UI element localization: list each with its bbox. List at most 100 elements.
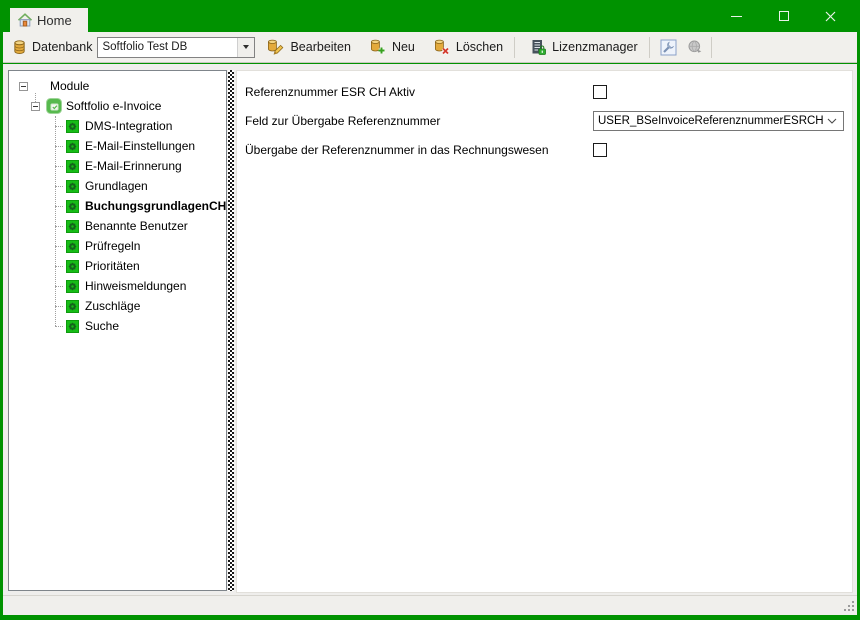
loeschen-button[interactable]: Löschen (426, 36, 510, 58)
toolbar-separator (711, 37, 712, 58)
wrench-icon (660, 39, 677, 56)
settings-wrench-button[interactable] (656, 36, 681, 59)
collapse-expander-icon[interactable] (31, 102, 40, 111)
tree-branch-line (55, 246, 63, 247)
gear-icon (68, 122, 77, 131)
module-icon (66, 260, 79, 273)
tree-item-benannte-benutzer[interactable]: Benannte Benutzer (9, 216, 226, 236)
chevron-down-icon (827, 118, 837, 124)
module-icon (66, 220, 79, 233)
database-combobox[interactable]: Softfolio Test DB (97, 37, 255, 58)
module-icon (66, 320, 79, 333)
tree-item-prufregeln[interactable]: Prüfregeln (9, 236, 226, 256)
web-globe-button[interactable] (683, 36, 707, 58)
minimize-button[interactable] (713, 0, 760, 32)
database-dropdown-button[interactable] (237, 38, 254, 57)
collapse-expander-icon[interactable] (19, 82, 28, 91)
tree-item-softfolio-e-invoice[interactable]: Softfolio e-Invoice (9, 96, 226, 116)
tree-branch-line (55, 186, 63, 187)
form-row: Übergabe der Referenznummer in das Rechn… (245, 135, 844, 164)
tree-branch-line (55, 226, 63, 227)
loeschen-label: Löschen (456, 40, 503, 54)
feld-zur-ubergabe-referenznummer-select[interactable]: USER_BSeInvoiceReferenznummerESRCH (593, 111, 844, 131)
app-window: Home Datenbank Softfolio Test DB (0, 0, 860, 620)
license-document-lock-icon (530, 39, 546, 55)
tree-item-dms-integration[interactable]: DMS-Integration (9, 116, 226, 136)
gear-icon (68, 142, 77, 151)
gear-icon (68, 282, 77, 291)
field-label: Feld zur Übergabe Referenznummer (245, 114, 593, 128)
module-icon (66, 180, 79, 193)
field-label: Übergabe der Referenznummer in das Rechn… (245, 143, 593, 157)
tab-home-label: Home (37, 13, 72, 28)
statusbar (3, 595, 857, 615)
module-icon (66, 300, 79, 313)
gear-icon (68, 182, 77, 191)
module-icon (66, 120, 79, 133)
form-row: Feld zur Übergabe ReferenznummerUSER_BSe… (245, 106, 844, 135)
field-label: Referenznummer ESR CH Aktiv (245, 85, 593, 99)
maximize-button[interactable] (760, 0, 807, 32)
tree-branch-line (55, 166, 63, 167)
tree-item-suche[interactable]: Suche (9, 316, 226, 336)
minimize-icon (731, 16, 742, 17)
lizenzmanager-label: Lizenzmanager (552, 40, 637, 54)
neu-label: Neu (392, 40, 415, 54)
softfolio-app-icon (46, 98, 62, 114)
module-icon (66, 240, 79, 253)
settings-form: Referenznummer ESR CH Aktiv Feld zur Über… (237, 71, 852, 170)
resize-grip[interactable] (843, 601, 854, 612)
resize-grip-dots (852, 601, 854, 603)
gear-icon (68, 222, 77, 231)
toolbar-separator (514, 37, 515, 58)
tree-item-module[interactable]: Module (9, 76, 226, 96)
lizenzmanager-button[interactable]: Lizenzmanager (523, 36, 644, 58)
tree-item-e-mail-erinnerung[interactable]: E-Mail-Erinnerung (9, 156, 226, 176)
module-tree: ModuleSoftfolio e-InvoiceDMS-Integration… (9, 71, 226, 590)
database-add-icon (369, 39, 386, 55)
bearbeiten-button[interactable]: Bearbeiten (259, 36, 357, 58)
titlebar: Home (0, 0, 860, 32)
gear-icon (68, 302, 77, 311)
gear-icon (68, 202, 77, 211)
panel-splitter[interactable] (228, 70, 234, 591)
tree-item-e-mail-einstellungen[interactable]: E-Mail-Einstellungen (9, 136, 226, 156)
form-row: Referenznummer ESR CH Aktiv (245, 77, 844, 106)
database-edit-icon (266, 39, 284, 55)
close-button[interactable] (807, 0, 854, 32)
window-controls (713, 0, 854, 32)
maximize-icon (779, 11, 789, 21)
globe-icon (687, 39, 703, 55)
module-icon (66, 280, 79, 293)
content-area: ModuleSoftfolio e-InvoiceDMS-Integration… (3, 64, 857, 595)
tab-home[interactable]: Home (10, 8, 88, 32)
tree-item-prioritaten[interactable]: Prioritäten (9, 256, 226, 276)
tree-item-zuschlage[interactable]: Zuschläge (9, 296, 226, 316)
tree-branch-line (55, 306, 63, 307)
module-tree-panel: ModuleSoftfolio e-InvoiceDMS-Integration… (8, 70, 227, 591)
gear-icon (68, 262, 77, 271)
gear-icon (68, 162, 77, 171)
module-icon (66, 140, 79, 153)
tree-item-hinweismeldungen[interactable]: Hinweismeldungen (9, 276, 226, 296)
neu-button[interactable]: Neu (362, 36, 422, 58)
module-icon (66, 160, 79, 173)
toolbar-separator (649, 37, 650, 58)
close-icon (825, 11, 836, 22)
tree-branch-line (55, 146, 63, 147)
tree-item-grundlagen[interactable]: Grundlagen (9, 176, 226, 196)
gear-icon (68, 322, 77, 331)
database-delete-icon (433, 39, 450, 55)
gear-icon (68, 242, 77, 251)
tree-branch-line (55, 326, 63, 327)
dropdown-arrow-icon (243, 45, 249, 49)
tree-item-buchungsgrundlagench[interactable]: BuchungsgrundlagenCH (9, 196, 226, 216)
referenznummer-esr-ch-aktiv-checkbox[interactable] (593, 85, 607, 99)
ubergabe-der-referenznummer-in-das-rechnungswesen-checkbox[interactable] (593, 143, 607, 157)
database-icon (12, 39, 27, 55)
database-combobox-value: Softfolio Test DB (98, 38, 237, 57)
tree-branch-line (55, 266, 63, 267)
module-icon (66, 200, 79, 213)
tree-branch-line (55, 286, 63, 287)
tree-branch-line (55, 126, 63, 127)
